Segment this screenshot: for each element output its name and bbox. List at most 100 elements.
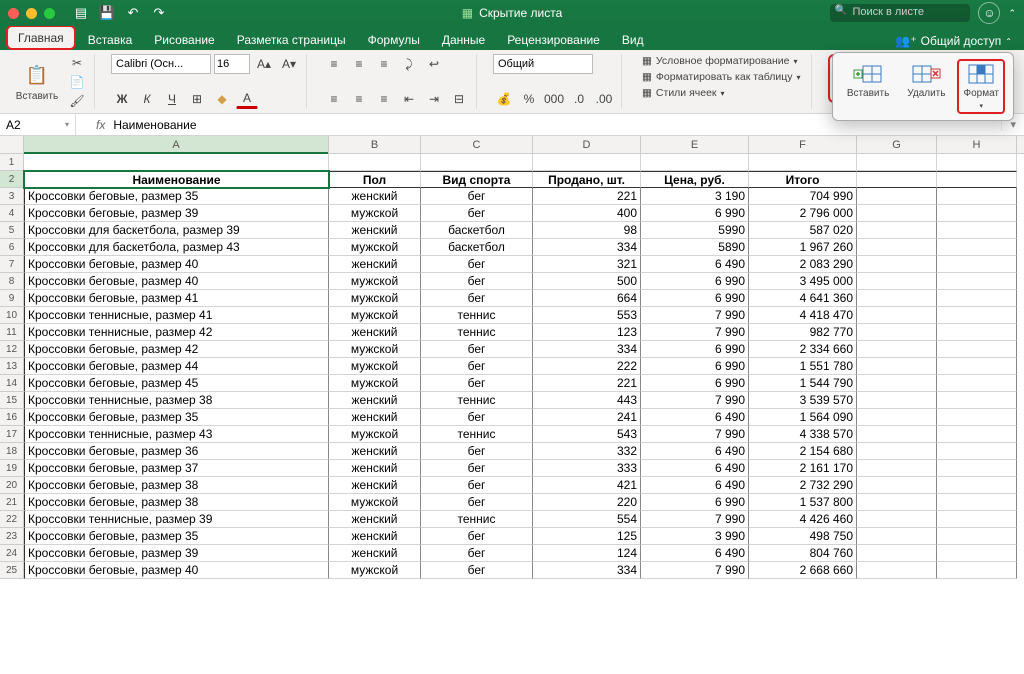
cell[interactable]: Итого	[749, 171, 857, 188]
cell[interactable]: теннис	[421, 426, 533, 443]
cell[interactable]: 334	[533, 239, 641, 256]
cell[interactable]: 587 020	[749, 222, 857, 239]
cell[interactable]	[937, 171, 1017, 188]
cell[interactable]	[857, 426, 937, 443]
cell[interactable]: 334	[533, 341, 641, 358]
copy-icon[interactable]: 📄	[66, 73, 88, 90]
cell[interactable]: Кроссовки беговые, размер 35	[24, 409, 329, 426]
save-icon[interactable]: ▤	[73, 5, 89, 21]
cell[interactable]: 443	[533, 392, 641, 409]
cell[interactable]: 6 990	[641, 290, 749, 307]
cell[interactable]: бег	[421, 562, 533, 579]
cell[interactable]: Кроссовки беговые, размер 40	[24, 562, 329, 579]
search-input[interactable]: Поиск в листе	[830, 4, 970, 22]
cell[interactable]	[937, 358, 1017, 375]
cell[interactable]: 3 539 570	[749, 392, 857, 409]
cell[interactable]: 241	[533, 409, 641, 426]
align-center-icon[interactable]: ≡	[348, 89, 370, 109]
cell[interactable]: бег	[421, 409, 533, 426]
cell[interactable]	[937, 205, 1017, 222]
cell[interactable]: 400	[533, 205, 641, 222]
cell[interactable]: 2 334 660	[749, 341, 857, 358]
row-header[interactable]: 1	[0, 154, 24, 171]
cell[interactable]: Пол	[329, 171, 421, 188]
minimize-icon[interactable]	[26, 8, 37, 19]
align-middle-icon[interactable]: ≡	[348, 54, 370, 74]
column-header-H[interactable]: H	[937, 136, 1017, 153]
cell[interactable]: Кроссовки беговые, размер 40	[24, 256, 329, 273]
cell[interactable]	[857, 358, 937, 375]
cell[interactable]: 4 338 570	[749, 426, 857, 443]
cell[interactable]: баскетбол	[421, 222, 533, 239]
decrease-decimal-icon[interactable]: .00	[593, 89, 615, 109]
cell[interactable]: бег	[421, 528, 533, 545]
cell[interactable]	[937, 375, 1017, 392]
cell[interactable]: 500	[533, 273, 641, 290]
cell[interactable]: Кроссовки беговые, размер 39	[24, 205, 329, 222]
cell[interactable]	[857, 443, 937, 460]
user-avatar[interactable]: ☺	[978, 2, 1000, 24]
share-button[interactable]: 👥⁺ Общий доступ ⌃	[889, 34, 1018, 50]
cell[interactable]: 6 490	[641, 477, 749, 494]
cell[interactable]: мужской	[329, 205, 421, 222]
cell[interactable]	[937, 528, 1017, 545]
row-header[interactable]: 12	[0, 341, 24, 358]
cell[interactable]: 7 990	[641, 511, 749, 528]
column-header-D[interactable]: D	[533, 136, 641, 153]
cell[interactable]: мужской	[329, 562, 421, 579]
cell[interactable]: Кроссовки беговые, размер 39	[24, 545, 329, 562]
bold-button[interactable]: Ж	[111, 89, 133, 109]
border-icon[interactable]: ⊞	[186, 89, 208, 109]
cell[interactable]	[857, 494, 937, 511]
row-header[interactable]: 17	[0, 426, 24, 443]
conditional-formatting-button[interactable]: ▦Условное форматирование▾	[638, 54, 805, 68]
cell[interactable]: 554	[533, 511, 641, 528]
cell[interactable]: Кроссовки беговые, размер 37	[24, 460, 329, 477]
cell[interactable]	[857, 511, 937, 528]
cell[interactable]: 543	[533, 426, 641, 443]
cell[interactable]: Кроссовки теннисные, размер 42	[24, 324, 329, 341]
row-header[interactable]: 3	[0, 188, 24, 205]
cell[interactable]	[857, 154, 937, 171]
row-header[interactable]: 13	[0, 358, 24, 375]
cell[interactable]: бег	[421, 477, 533, 494]
tab-view[interactable]: Вид	[612, 29, 654, 50]
column-header-B[interactable]: B	[329, 136, 421, 153]
cell[interactable]	[937, 426, 1017, 443]
cell[interactable]: 2 083 290	[749, 256, 857, 273]
cell[interactable]	[857, 477, 937, 494]
cell[interactable]	[937, 188, 1017, 205]
cell[interactable]: 4 418 470	[749, 307, 857, 324]
cell[interactable]: Кроссовки беговые, размер 35	[24, 188, 329, 205]
cell[interactable]	[857, 222, 937, 239]
cell[interactable]: Кроссовки теннисные, размер 43	[24, 426, 329, 443]
underline-button[interactable]: Ч	[161, 89, 183, 109]
cell[interactable]: 4 426 460	[749, 511, 857, 528]
cell[interactable]: мужской	[329, 307, 421, 324]
cell[interactable]: 5990	[641, 222, 749, 239]
cell[interactable]: женский	[329, 256, 421, 273]
cell[interactable]: Кроссовки для баскетбола, размер 39	[24, 222, 329, 239]
cell[interactable]	[857, 171, 937, 188]
row-header[interactable]: 9	[0, 290, 24, 307]
fx-icon[interactable]: fx	[96, 118, 105, 132]
font-size-select[interactable]	[214, 54, 250, 74]
cell[interactable]: 7 990	[641, 392, 749, 409]
tab-insert[interactable]: Вставка	[78, 29, 143, 50]
cell[interactable]: 804 760	[749, 545, 857, 562]
cell[interactable]: 2 161 170	[749, 460, 857, 477]
decrease-font-icon[interactable]: A▾	[278, 54, 300, 74]
cell[interactable]	[857, 290, 937, 307]
cell[interactable]: Кроссовки беговые, размер 38	[24, 477, 329, 494]
cell[interactable]: женский	[329, 545, 421, 562]
row-header[interactable]: 7	[0, 256, 24, 273]
cell[interactable]: 421	[533, 477, 641, 494]
popup-insert-button[interactable]: Вставить	[841, 59, 895, 114]
cell[interactable]: 2 796 000	[749, 205, 857, 222]
cell[interactable]: бег	[421, 358, 533, 375]
row-header[interactable]: 2	[0, 171, 24, 188]
row-header[interactable]: 23	[0, 528, 24, 545]
cell[interactable]	[857, 545, 937, 562]
cut-icon[interactable]: ✂	[66, 54, 88, 71]
select-all-button[interactable]	[0, 136, 24, 153]
